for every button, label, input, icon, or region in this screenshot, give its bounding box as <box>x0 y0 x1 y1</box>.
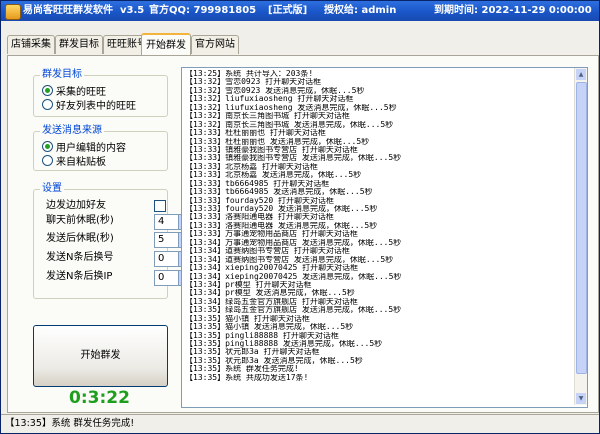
log-line: 【13:35】pingli88888 发送消息完成，休眠...5秒 <box>185 340 383 348</box>
app-window: 易尚客旺旺群发软件 v3.5 官方QQ: 799981805 [正式版] 授权给… <box>0 0 600 434</box>
log-line: 【13:35】猫小镇 打开聊天对话框 <box>185 314 310 323</box>
license-owner: 授权给: admin <box>324 5 397 16</box>
scroll-up-icon[interactable]: ▲ <box>576 69 586 80</box>
log-list: 【13:25】系统 共计导入：203条! 【13:32】雪恋0923 打开聊天对话… <box>182 68 587 382</box>
log-line: 【13:33】洛赛阳通电器 发送消息完成，休眠...5秒 <box>185 221 378 230</box>
status-text: 【13:35】系统 群发任务完成! <box>5 418 135 429</box>
log-line: 【13:25】系统 共计导入：203条! <box>185 70 314 78</box>
log-line: 【13:34】绿岛五金官方旗舰店 打开聊天对话框 <box>185 297 358 306</box>
target-group-title: 群发目标 <box>40 69 84 81</box>
switch-ip-value: 0 <box>158 272 165 283</box>
elapsed-timer: 0:3:22 <box>69 388 130 408</box>
log-line: 【13:34】xieping20070425 发送消息完成，休眠...5秒 <box>185 272 402 281</box>
radio-label: 采集的旺旺 <box>56 87 106 98</box>
log-line: 【13:33】镇雅豪我图书专营店 打开聊天对话框 <box>185 145 358 154</box>
radio-label: 用户编辑的内容 <box>56 143 126 154</box>
settings-group-title: 设置 <box>40 183 64 195</box>
switch-account-value: 0 <box>158 253 165 264</box>
log-line: 【13:33】fourday520 打开聊天对话框 <box>185 196 335 205</box>
scroll-thumb[interactable] <box>576 82 587 374</box>
source-group: 发送消息来源 用户编辑的内容 来自粘贴板 <box>33 125 168 171</box>
radio-label: 好友列表中的旺旺 <box>56 101 136 112</box>
settings-group: 设置 边发边加好友 聊天前休眠(秒) 4 ▲ ▼ 发送后休眠(秒) 5 ▲ ▼ … <box>33 183 190 299</box>
log-line: 【13:32】雪恋0923 打开聊天对话框 <box>185 78 322 87</box>
switch-account-label: 发送N条后换号 <box>46 252 114 263</box>
log-line: 【13:34】pr模型 打开聊天对话框 <box>185 280 312 289</box>
title-bar: 易尚客旺旺群发软件 v3.5 官方QQ: 799981805 [正式版] 授权给… <box>1 1 599 21</box>
tab-start-send[interactable]: 开始群发 <box>141 33 191 56</box>
log-line: 【13:35】猫小镇 发送消息完成，休眠...5秒 <box>185 323 354 332</box>
source-group-title: 发送消息来源 <box>40 125 104 137</box>
app-version: v3.5 <box>120 5 145 16</box>
send-sleep-value: 5 <box>158 234 165 245</box>
log-line: 【13:35】pingli88888 打开聊天对话框 <box>185 331 339 340</box>
radio-user-content[interactable]: 用户编辑的内容 <box>42 141 126 154</box>
log-line: 【13:33】tb6664985 打开聊天对话框 <box>185 179 330 188</box>
log-line: 【13:33】镇雅豪我图书专营店 发送消息完成，休眠...5秒 <box>185 154 402 163</box>
log-line: 【13:35】状元郎3a 打开聊天对话框 <box>185 348 320 357</box>
log-line: 【13:34】道赛纳图书专营店 发送消息完成，休眠...5秒 <box>185 255 394 264</box>
expiry-date: 到期时间: 2022-11-29 0:00:00 <box>434 5 592 16</box>
radio-label: 来自粘贴板 <box>56 157 106 168</box>
log-line: 【13:33】杜杜丽丽也 发送消息完成，休眠...5秒 <box>185 137 370 146</box>
log-line: 【13:34】xieping20070425 打开聊天对话框 <box>185 264 359 273</box>
target-group: 群发目标 采集的旺旺 好友列表中的旺旺 <box>33 69 168 117</box>
edition-label: [正式版] <box>268 5 308 16</box>
app-logo-icon <box>5 4 21 20</box>
status-bar: 【13:35】系统 群发任务完成! <box>1 414 599 433</box>
log-line: 【13:33】北京杨嘉 发送消息完成，休眠...5秒 <box>185 171 362 180</box>
scroll-down-icon[interactable]: ▼ <box>576 393 586 404</box>
log-line: 【13:33】万事通宠物用品商店 打开聊天对话框 <box>185 230 358 239</box>
app-title: 易尚客旺旺群发软件 <box>23 5 113 16</box>
log-line: 【13:33】北京杨嘉 打开聊天对话框 <box>185 162 318 171</box>
radio-unselected-icon <box>42 99 53 110</box>
radio-friend-list-wangwang[interactable]: 好友列表中的旺旺 <box>42 99 136 112</box>
add-friend-checkbox[interactable] <box>154 200 166 212</box>
log-line: 【13:33】杜杜丽丽也 打开聊天对话框 <box>185 129 326 138</box>
log-line: 【13:34】pr模型 发送消息完成，休眠...5秒 <box>185 289 355 298</box>
log-line: 【13:32】liufuxiaosheng 打开聊天对话框 <box>185 95 354 104</box>
chat-sleep-label: 聊天前休眠(秒) <box>46 215 114 226</box>
radio-selected-icon <box>42 141 53 152</box>
log-line: 【13:35】状元郎3a 发送消息完成，休眠...5秒 <box>185 356 363 365</box>
tab-shop-collect[interactable]: 店铺采集 <box>7 35 55 54</box>
log-line: 【13:34】道赛纳图书专营店 打开聊天对话框 <box>185 247 350 256</box>
radio-unselected-icon <box>42 155 53 166</box>
tab-send-target[interactable]: 群发目标 <box>55 35 103 54</box>
tab-official-site[interactable]: 官方网站 <box>191 35 239 54</box>
log-scrollbar[interactable]: ▲ ▼ <box>574 68 587 405</box>
log-line: 【13:35】系统 群发任务完成! <box>185 365 299 374</box>
log-line: 【13:32】liufuxiaosheng 发送消息完成，休眠...5秒 <box>185 103 397 112</box>
log-line: 【13:34】万事通宠物用品商店 发送消息完成，休眠...5秒 <box>185 238 402 247</box>
send-sleep-label: 发送后休眠(秒) <box>46 233 114 244</box>
log-line: 【13:33】tb6664985 发送消息完成，休眠...5秒 <box>185 188 373 197</box>
radio-collected-wangwang[interactable]: 采集的旺旺 <box>42 85 106 98</box>
switch-ip-label: 发送N条后换IP <box>46 271 113 282</box>
log-line: 【13:33】洛赛阳通电器 打开聊天对话框 <box>185 213 334 222</box>
log-line: 【13:35】绿岛五金官方旗舰店 发送消息完成，休眠...5秒 <box>185 306 402 315</box>
log-line: 【13:33】fourday520 发送消息完成，休眠...5秒 <box>185 205 378 213</box>
qq-number: 官方QQ: 799981805 <box>149 5 257 16</box>
log-line: 【13:35】系统 共成功发送17条! <box>185 373 309 382</box>
radio-selected-icon <box>42 85 53 96</box>
add-friend-label: 边发边加好友 <box>46 200 106 211</box>
start-send-button[interactable]: 开始群发 <box>33 325 168 387</box>
log-line: 【13:32】南京长三角图书城 打开聊天对话框 <box>185 112 350 121</box>
log-output[interactable]: 【13:25】系统 共计导入：203条! 【13:32】雪恋0923 打开聊天对话… <box>181 67 588 408</box>
chat-sleep-value: 4 <box>158 216 165 227</box>
log-line: 【13:32】雪恋0923 发送消息完成，休眠...5秒 <box>185 86 365 95</box>
log-line: 【13:32】南京长三角图书城 发送消息完成，休眠...5秒 <box>185 120 394 129</box>
radio-clipboard[interactable]: 来自粘贴板 <box>42 155 106 168</box>
